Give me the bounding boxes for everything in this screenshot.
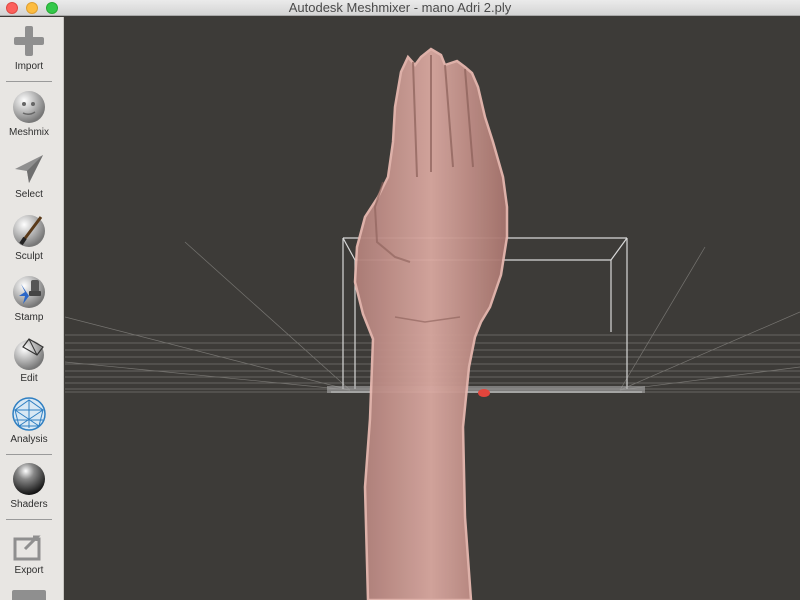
select-label: Select bbox=[15, 189, 43, 200]
arrow-cursor-icon bbox=[11, 151, 47, 187]
chrome-sphere-icon bbox=[11, 461, 47, 497]
sculpt-button[interactable]: Sculpt bbox=[0, 213, 58, 273]
export-icon bbox=[11, 527, 47, 563]
export-button[interactable]: Export bbox=[0, 527, 58, 587]
toolbar-divider bbox=[6, 81, 52, 82]
close-window-button[interactable] bbox=[6, 2, 18, 14]
face-sphere-icon bbox=[11, 89, 47, 125]
title-bar: Autodesk Meshmixer - mano Adri 2.ply bbox=[0, 0, 800, 16]
sculpt-label: Sculpt bbox=[15, 251, 43, 262]
brush-sphere-icon bbox=[11, 213, 47, 249]
shaders-button[interactable]: Shaders bbox=[0, 461, 58, 521]
meshmix-label: Meshmix bbox=[8, 127, 49, 138]
scene-canvas[interactable] bbox=[65, 17, 800, 600]
export-label: Export bbox=[14, 565, 44, 576]
pivot-marker[interactable] bbox=[478, 389, 490, 397]
plus-icon bbox=[11, 23, 47, 59]
mesh-sphere-icon bbox=[11, 396, 47, 432]
import-label: Import bbox=[14, 61, 44, 72]
left-toolbar: Import Meshmix Select Sculpt Stamp Edit … bbox=[0, 17, 64, 600]
stamp-label: Stamp bbox=[14, 312, 44, 323]
analysis-label: Analysis bbox=[10, 434, 48, 445]
stamp-sphere-icon bbox=[11, 274, 47, 310]
window-title: Autodesk Meshmixer - mano Adri 2.ply bbox=[288, 0, 512, 15]
edit-label: Edit bbox=[20, 373, 38, 384]
window-controls bbox=[6, 2, 58, 14]
hand-mesh[interactable] bbox=[353, 47, 509, 600]
shaders-label: Shaders bbox=[10, 499, 48, 510]
minimize-window-button[interactable] bbox=[26, 2, 38, 14]
toolbar-divider bbox=[6, 519, 52, 520]
analysis-button[interactable]: Analysis bbox=[0, 396, 58, 456]
import-button[interactable]: Import bbox=[0, 23, 58, 83]
select-button[interactable]: Select bbox=[0, 151, 58, 211]
meshmix-button[interactable]: Meshmix bbox=[0, 89, 58, 149]
edit-sphere-icon bbox=[11, 335, 47, 371]
3d-viewport[interactable] bbox=[65, 17, 800, 600]
toolbar-divider bbox=[6, 454, 52, 455]
edit-button[interactable]: Edit bbox=[0, 335, 58, 395]
stamp-button[interactable]: Stamp bbox=[0, 274, 58, 334]
partial-tool-icon[interactable] bbox=[12, 590, 46, 600]
maximize-window-button[interactable] bbox=[46, 2, 58, 14]
